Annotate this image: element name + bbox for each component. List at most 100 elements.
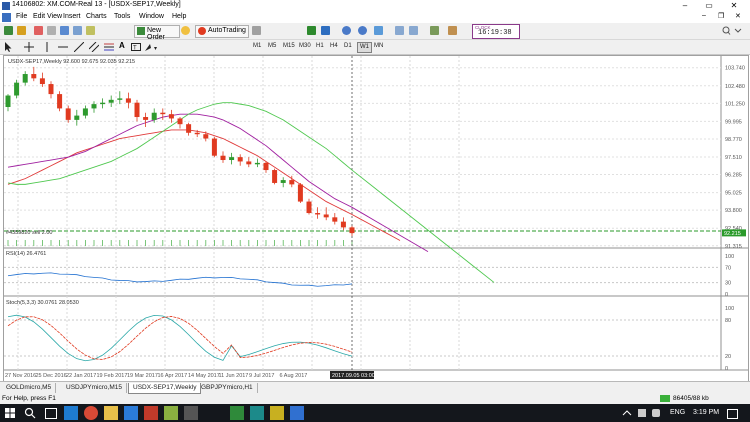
autotrading-button[interactable]: AutoTrading: [195, 25, 249, 38]
line-chart-icon[interactable]: [321, 26, 330, 35]
app-y-icon[interactable]: [270, 406, 284, 420]
candle-body: [272, 170, 278, 183]
candle-body: [323, 214, 329, 218]
arrows-icon[interactable]: [144, 42, 158, 52]
profiles-icon[interactable]: [17, 26, 26, 35]
edge-icon[interactable]: [64, 406, 78, 420]
zoom-in-icon[interactable]: [342, 26, 351, 35]
child-close-button[interactable]: ✕: [735, 12, 741, 20]
menu-charts[interactable]: Charts: [86, 13, 107, 20]
auto-scroll-icon[interactable]: [409, 26, 418, 35]
data-window-icon[interactable]: [47, 26, 56, 35]
menu-file[interactable]: File: [16, 13, 27, 20]
notifications-icon[interactable]: [727, 409, 738, 419]
menu-insert[interactable]: Insert: [63, 13, 81, 20]
menu-view[interactable]: View: [47, 13, 62, 20]
candle-body: [31, 74, 37, 79]
new-order-button[interactable]: New Order: [134, 25, 180, 41]
new-chart-icon[interactable]: [4, 26, 13, 35]
window-title: 14106802: XM.COM-Real 13 - [USDX-SEP17,W…: [12, 1, 181, 8]
candle-body: [22, 74, 28, 83]
tile-windows-icon[interactable]: [374, 26, 383, 35]
search-taskbar-icon[interactable]: [24, 407, 36, 419]
rsi-label: RSI(14) 26.4761: [6, 251, 46, 257]
tab-usdx-sep17-weekly[interactable]: USDX-SEP17,Weekly: [128, 383, 202, 394]
menu-window[interactable]: Window: [139, 13, 164, 20]
app-terminal-icon[interactable]: [250, 406, 264, 420]
app-p-icon[interactable]: [230, 406, 244, 420]
timeframe-h4[interactable]: H4: [328, 42, 340, 51]
chart-canvas[interactable]: 103.740 102.480 101.250 99.995 98.770 97.510 9…: [4, 56, 748, 381]
status-help-text: For Help, press F1: [2, 395, 56, 402]
chrome-icon[interactable]: [84, 406, 98, 420]
menu-tools[interactable]: Tools: [114, 13, 130, 20]
timeframe-h1[interactable]: H1: [314, 42, 326, 51]
volume-icon[interactable]: [652, 409, 660, 417]
svg-text:T: T: [133, 46, 137, 52]
fibonacci-icon[interactable]: [104, 42, 114, 52]
app-blue-icon[interactable]: [290, 406, 304, 420]
taskbar-clock[interactable]: 3:19 PM: [693, 409, 719, 416]
search-button[interactable]: [722, 26, 744, 35]
child-restore-button[interactable]: ❐: [718, 12, 724, 20]
bar-chart-icon[interactable]: [252, 26, 261, 35]
vertical-line-icon[interactable]: [45, 42, 49, 52]
connection-icon: [660, 395, 670, 402]
menu-edit[interactable]: Edit: [33, 13, 45, 20]
terminal-icon[interactable]: [73, 26, 82, 35]
timeframe-m15[interactable]: M15: [281, 42, 297, 51]
text-tool-icon[interactable]: A: [119, 41, 125, 50]
windows-start-icon[interactable]: [5, 408, 15, 418]
language-indicator[interactable]: ENG: [670, 409, 685, 416]
minimize-button[interactable]: –: [676, 0, 694, 12]
tab-goldmicro-m5[interactable]: GOLDmicro,M5: [2, 383, 57, 393]
file-explorer-icon[interactable]: [104, 406, 118, 420]
current-price-label: 92.215: [724, 231, 741, 237]
navigator-icon[interactable]: [60, 26, 69, 35]
zoom-out-icon[interactable]: [358, 26, 367, 35]
candle-body: [100, 102, 106, 105]
timeframe-m5[interactable]: M5: [266, 42, 278, 51]
indicators-icon[interactable]: [430, 26, 439, 35]
timeframe-m1[interactable]: M1: [251, 42, 263, 51]
child-minimize-button[interactable]: –: [702, 12, 706, 19]
trendline-icon[interactable]: [74, 42, 84, 52]
app-red-icon[interactable]: [144, 406, 158, 420]
candle-body: [349, 227, 355, 234]
app-gray-icon[interactable]: [184, 406, 198, 420]
candlestick-icon[interactable]: [307, 26, 316, 35]
chart-shift-icon[interactable]: [395, 26, 404, 35]
strategy-tester-icon[interactable]: [86, 26, 95, 35]
timeframe-d1[interactable]: D1: [342, 42, 354, 51]
tab-gbpjpymicro-h1[interactable]: GBPJPYmicro,H1: [197, 383, 258, 393]
menu-help[interactable]: Help: [172, 13, 186, 20]
text-label-icon[interactable]: T: [131, 42, 141, 52]
store-icon[interactable]: [124, 406, 138, 420]
task-view-icon[interactable]: [45, 408, 57, 419]
network-icon[interactable]: [638, 409, 646, 417]
price-tick-label: 96.285: [725, 173, 742, 179]
timeframe-m30[interactable]: M30: [297, 42, 313, 51]
templates-icon[interactable]: [448, 26, 457, 35]
cursor-icon[interactable]: [4, 42, 13, 52]
horizontal-line-icon[interactable]: [58, 42, 68, 52]
chart-tabs: GOLDmicro,M5 USDJPYmicro,M15 USDX-SEP17,…: [0, 381, 750, 394]
metaeditor-icon[interactable]: [181, 26, 190, 35]
timeframe-mn[interactable]: MN: [372, 42, 385, 51]
rsi-tick-label: 30: [725, 281, 731, 287]
tray-chevron-icon[interactable]: [622, 409, 632, 417]
crosshair-icon[interactable]: [24, 42, 34, 52]
order-line-label[interactable]: #4359820 sell 2.00: [6, 230, 52, 236]
chart-window[interactable]: 103.740 102.480 101.250 99.995 98.770 97.510 9…: [3, 55, 749, 382]
timeframe-w1[interactable]: W1: [357, 42, 372, 53]
tab-usdjpymicro-m15[interactable]: USDJPYmicro,M15: [62, 383, 127, 393]
status-bar: For Help, press F1 86405/88 kb: [0, 394, 750, 404]
price-tick-label: 102.480: [725, 84, 745, 90]
app-green-icon[interactable]: [164, 406, 178, 420]
stoch-tick-label: 0: [725, 366, 728, 372]
market-watch-icon[interactable]: [34, 26, 43, 35]
maximize-button[interactable]: ▭: [700, 0, 718, 12]
close-button[interactable]: ✕: [725, 0, 743, 12]
channel-icon[interactable]: [89, 42, 99, 52]
candle-body: [82, 108, 88, 116]
